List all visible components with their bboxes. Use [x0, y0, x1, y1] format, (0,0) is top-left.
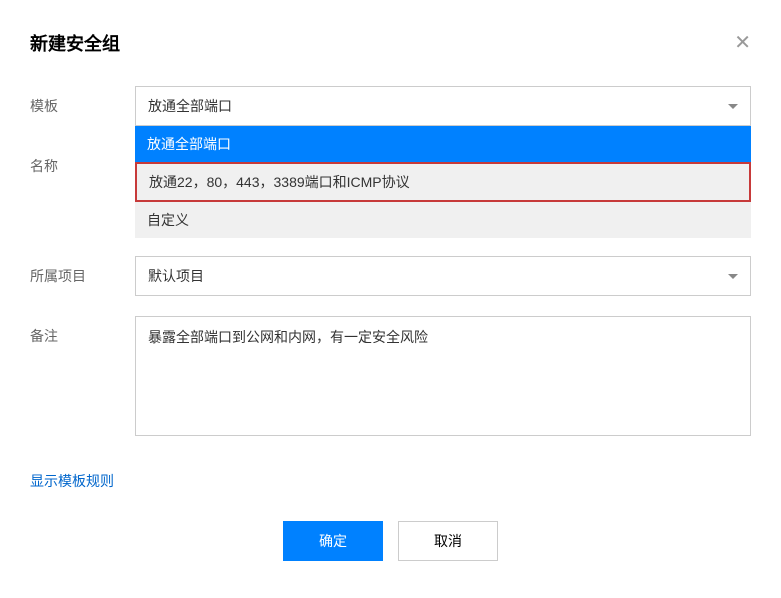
modal-title: 新建安全组 — [30, 30, 120, 56]
template-control: 放通全部端口 放通全部端口 放通22，80，443，3389端口和ICMP协议 … — [135, 86, 751, 126]
project-select[interactable]: 默认项目 — [135, 256, 751, 296]
confirm-button[interactable]: 确定 — [283, 521, 383, 561]
template-option-common-ports[interactable]: 放通22，80，443，3389端口和ICMP协议 — [135, 162, 751, 202]
template-row: 模板 放通全部端口 放通全部端口 放通22，80，443，3389端口和ICMP… — [30, 86, 751, 126]
name-label: 名称 — [30, 146, 135, 176]
show-rules-link-wrapper: 显示模板规则 — [30, 461, 751, 491]
project-row: 所属项目 默认项目 — [30, 256, 751, 296]
project-label: 所属项目 — [30, 256, 135, 286]
show-template-rules-link[interactable]: 显示模板规则 — [30, 471, 114, 491]
create-security-group-modal: 新建安全组 ✕ 模板 放通全部端口 放通全部端口 放通22，80，443，338… — [0, 0, 781, 581]
remark-label: 备注 — [30, 316, 135, 346]
modal-footer: 确定 取消 — [30, 521, 751, 561]
template-option-all-ports[interactable]: 放通全部端口 — [135, 126, 751, 162]
template-dropdown: 放通全部端口 放通22，80，443，3389端口和ICMP协议 自定义 — [135, 126, 751, 238]
remark-row: 备注 暴露全部端口到公网和内网，有一定安全风险 — [30, 316, 751, 441]
project-selected-value: 默认项目 — [148, 266, 204, 286]
cancel-button[interactable]: 取消 — [398, 521, 498, 561]
template-label: 模板 — [30, 86, 135, 116]
chevron-down-icon — [728, 104, 738, 109]
project-control: 默认项目 — [135, 256, 751, 296]
chevron-down-icon — [728, 274, 738, 279]
template-selected-value: 放通全部端口 — [148, 96, 232, 116]
remark-textarea[interactable]: 暴露全部端口到公网和内网，有一定安全风险 — [135, 316, 751, 436]
modal-header: 新建安全组 ✕ — [30, 30, 751, 56]
close-icon[interactable]: ✕ — [734, 33, 751, 53]
template-select[interactable]: 放通全部端口 — [135, 86, 751, 126]
remark-control: 暴露全部端口到公网和内网，有一定安全风险 — [135, 316, 751, 441]
template-option-custom[interactable]: 自定义 — [135, 202, 751, 238]
